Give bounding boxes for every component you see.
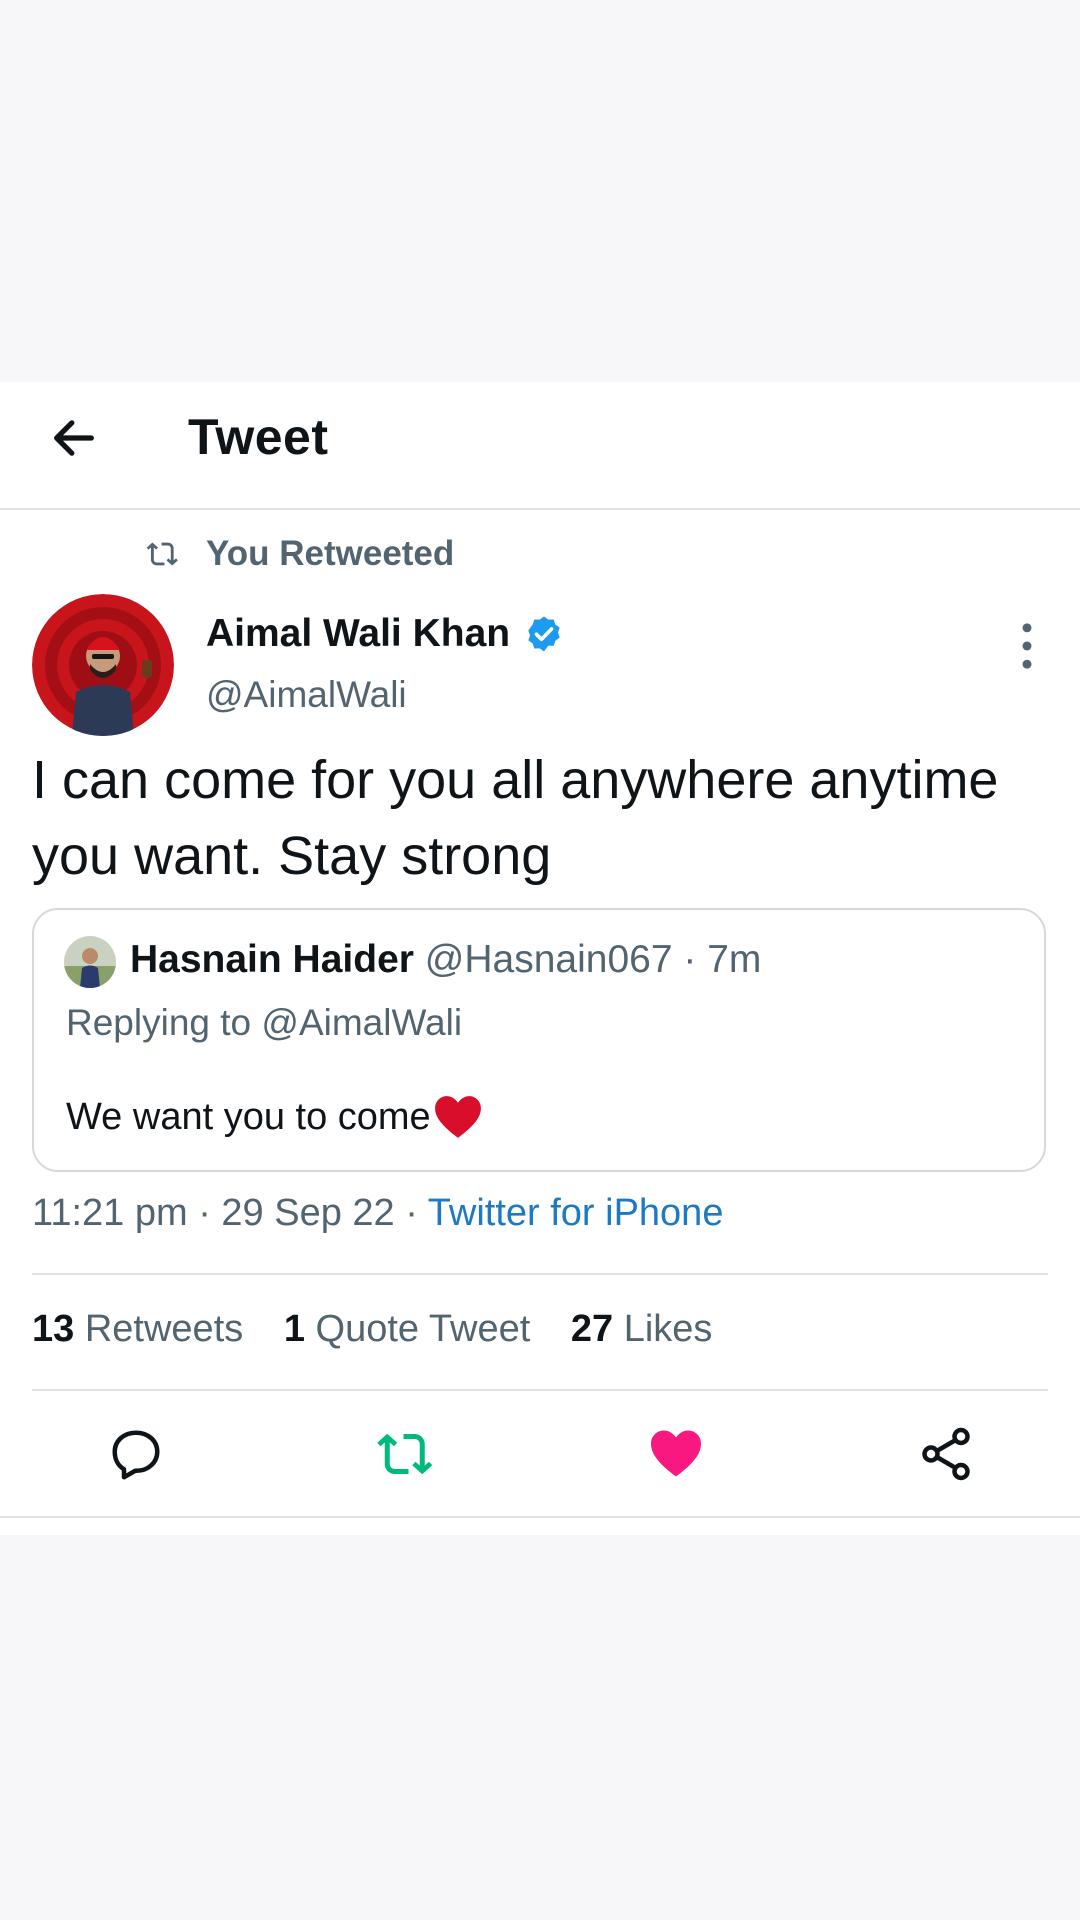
quoted-time: 7m <box>707 938 762 981</box>
tweet-time: 11:21 pm <box>32 1192 188 1234</box>
like-icon[interactable] <box>646 1424 706 1484</box>
card-bottom-border <box>0 1516 1080 1518</box>
retweet-icon[interactable] <box>376 1424 436 1484</box>
quoted-separator: · <box>683 938 697 981</box>
dot-separator: · <box>198 1192 211 1234</box>
tweet-detail-card: Tweet You Retweeted Aimal Wali Khan @Aim… <box>0 382 1080 1535</box>
quoted-tweet[interactable]: Hasnain Haider @Hasnain067 · 7m Replying… <box>32 908 1046 1172</box>
author-avatar[interactable] <box>32 594 174 736</box>
quoted-author-name: Hasnain Haider <box>130 938 414 981</box>
quoted-author-avatar <box>64 936 116 988</box>
divider <box>32 1273 1048 1275</box>
quotes-label: Quote Tweet <box>315 1308 531 1350</box>
author-name-text: Aimal Wali Khan <box>206 612 511 655</box>
quoted-author-handle: @Hasnain067 <box>424 938 673 981</box>
likes-label: Likes <box>623 1308 713 1350</box>
share-icon[interactable] <box>916 1424 976 1484</box>
author-handle[interactable]: @AimalWali <box>206 674 407 716</box>
tweet-date: 29 Sep 22 <box>221 1192 395 1234</box>
retweet-banner-label: You Retweeted <box>206 534 455 573</box>
action-bar <box>0 1424 1080 1494</box>
back-arrow-icon[interactable] <box>48 412 100 464</box>
dot-separator: · <box>405 1192 418 1234</box>
top-bar: Tweet <box>0 382 1080 510</box>
quotes-stat[interactable]: 1 Quote Tweet <box>284 1308 541 1350</box>
verified-badge-icon <box>528 616 560 652</box>
likes-count: 27 <box>570 1308 614 1350</box>
author-name[interactable]: Aimal Wali Khan <box>206 612 564 656</box>
retweet-small-icon <box>146 542 178 566</box>
divider <box>32 1389 1048 1391</box>
retweets-count: 13 <box>32 1308 75 1350</box>
likes-stat[interactable]: 27 Likes <box>571 1308 713 1350</box>
engagement-stats: 13 Retweets 1 Quote Tweet 27 Likes <box>32 1308 742 1351</box>
tweet-text: I can come for you all anywhere anytime … <box>32 750 999 886</box>
quoted-replying-to: Replying to @AimalWali <box>66 1002 463 1043</box>
quotes-count: 1 <box>283 1308 305 1350</box>
quoted-header: Hasnain Haider @Hasnain067 · 7m <box>130 938 761 982</box>
retweets-label: Retweets <box>84 1308 244 1350</box>
tweet-timestamp: 11:21 pm · 29 Sep 22 · Twitter for iPhon… <box>32 1192 723 1235</box>
quoted-text-content: We want you to come <box>66 1095 431 1138</box>
red-heart-emoji-icon <box>434 1096 481 1138</box>
retweets-stat[interactable]: 13 Retweets <box>32 1308 254 1350</box>
reply-icon[interactable] <box>106 1424 166 1484</box>
retweet-banner: You Retweeted <box>146 532 454 576</box>
tweet-source-link[interactable]: Twitter for iPhone <box>428 1192 724 1234</box>
page-title: Tweet <box>188 409 329 465</box>
more-options-icon[interactable] <box>1010 618 1044 674</box>
quoted-text: We want you to come <box>66 1094 483 1140</box>
